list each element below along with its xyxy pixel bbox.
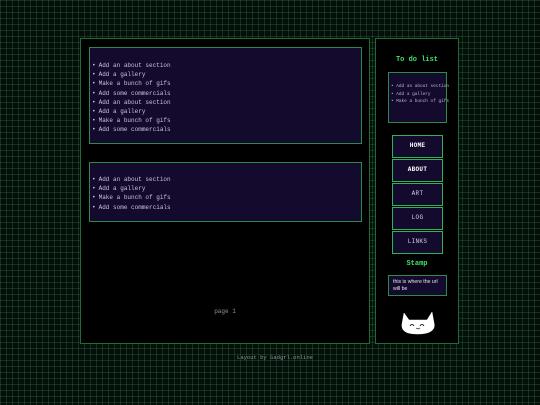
list-item: • Add an about section: [90, 61, 361, 70]
list-item: • Add a gallery: [90, 184, 361, 193]
bullet-icon: •: [92, 194, 96, 202]
bullet-icon: •: [92, 98, 96, 106]
list-item: • Add some commercials: [90, 203, 361, 212]
list-item: • Make a bunch of gifs: [90, 116, 361, 125]
list-item-text: Add an about section: [98, 98, 171, 106]
content-box-1: • Add an about section • Add a gallery • Ma…: [89, 47, 362, 144]
list-item-text: Add some commercials: [98, 203, 171, 211]
list-item: • Add an about section: [90, 98, 361, 107]
list-item-text: Add some commercials: [98, 126, 171, 134]
bullet-icon: •: [92, 89, 96, 97]
todo-item-text: Add an about section: [396, 84, 449, 89]
list-item-text: Make a bunch of gifs: [98, 80, 171, 88]
bullet-icon: •: [92, 185, 96, 193]
list-item-text: Add an about section: [98, 62, 171, 69]
content-box-2: • Add an about section • Add a gallery • Ma…: [89, 162, 362, 222]
bullet-icon: •: [92, 203, 96, 211]
list-item-text: Add some commercials: [98, 89, 171, 97]
sidebar-panel: To do list • Add an about section • Add …: [375, 38, 459, 344]
nav-menu: HOME ABOUT ART LOG LINKS: [392, 135, 443, 255]
todo-title: To do list: [395, 56, 438, 64]
cat-icon: [401, 311, 435, 335]
nav-log-button[interactable]: LOG: [392, 207, 443, 230]
list-item: • Add a gallery: [90, 107, 361, 116]
bullet-icon: •: [92, 126, 96, 134]
bullet-icon: •: [92, 62, 96, 69]
list-item: • Add a gallery: [90, 70, 361, 79]
bullet-icon: •: [92, 108, 96, 116]
nav-home-button[interactable]: HOME: [392, 135, 443, 158]
page-indicator[interactable]: page 1: [81, 308, 369, 315]
bullet-list-2: • Add an about section • Add a gallery • Ma…: [90, 163, 361, 212]
todo-item: • Add a gallery: [391, 91, 446, 99]
footer-credit[interactable]: Layout by Sadgrl.online: [80, 354, 470, 361]
todo-item-text: Make a bunch of gifs: [396, 99, 449, 105]
todo-item: • Make a bunch of gifs: [391, 98, 449, 106]
list-item: • Add some commercials: [90, 125, 361, 134]
todo-box: • Add an about section • Add a gallery •…: [388, 72, 449, 123]
list-item-text: Add a gallery: [98, 108, 146, 116]
nav-art-button[interactable]: ART: [392, 183, 443, 206]
stamp-box[interactable]: this is where the url will be: [388, 275, 447, 296]
main-content-panel: • Add an about section • Add a gallery • Ma…: [80, 38, 370, 344]
list-item: • Make a bunch of gifs: [90, 79, 361, 88]
list-item: • Add an about section: [90, 175, 361, 184]
bullet-icon: •: [92, 176, 96, 183]
list-item: • Add some commercials: [90, 89, 361, 98]
stamp-title: Stamp: [406, 260, 428, 268]
todo-item: • Add an about section: [391, 83, 449, 91]
nav-links-button[interactable]: LINKS: [392, 231, 443, 254]
bullet-icon: •: [92, 71, 96, 79]
bullet-icon: •: [92, 80, 96, 88]
bullet-icon: •: [92, 117, 96, 125]
list-item: • Make a bunch of gifs: [90, 193, 361, 202]
list-item-text: Make a bunch of gifs: [98, 117, 171, 125]
todo-list: • Add an about section • Add a gallery •…: [389, 73, 449, 106]
todo-item-text: Add a gallery: [396, 91, 431, 97]
bullet-list-1: • Add an about section • Add a gallery • Ma…: [90, 48, 361, 135]
nav-about-button[interactable]: ABOUT: [392, 159, 443, 182]
list-item-text: Add an about section: [98, 176, 171, 183]
list-item-text: Add a gallery: [98, 185, 146, 193]
list-item-text: Make a bunch of gifs: [98, 194, 171, 202]
list-item-text: Add a gallery: [98, 71, 146, 79]
